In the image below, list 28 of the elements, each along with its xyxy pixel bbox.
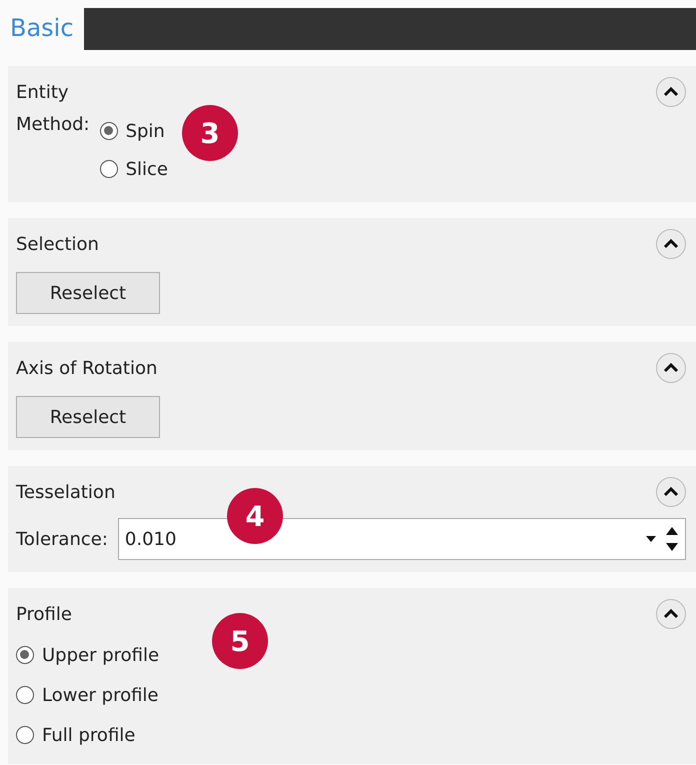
step-badge: 3 (182, 105, 238, 161)
chevron-icon (662, 86, 680, 98)
collapse-button[interactable] (656, 599, 686, 629)
section-title: Profile (16, 604, 72, 624)
section-title: Tesselation (16, 482, 116, 502)
radio-option[interactable]: Lower profile (16, 678, 686, 712)
method-label: Method: (16, 114, 90, 137)
chevron-icon (662, 608, 680, 620)
radio-option[interactable]: Full profile (16, 718, 686, 752)
collapse-button[interactable] (656, 229, 686, 259)
collapse-button[interactable] (656, 353, 686, 383)
step-badge: 5 (212, 613, 268, 669)
radio-option[interactable]: Spin (100, 114, 168, 148)
chevron-icon (662, 486, 680, 498)
reselect-button[interactable]: Reselect (16, 272, 160, 314)
dropdown-icon[interactable] (645, 535, 657, 543)
radio-option[interactable]: Slice (100, 152, 168, 186)
step-badge: 4 (227, 488, 283, 544)
collapse-button[interactable] (656, 77, 686, 107)
section-title: Entity (16, 82, 69, 102)
section-title: Axis of Rotation (16, 358, 158, 378)
tolerance-label: Tolerance: (16, 528, 108, 550)
collapse-button[interactable] (656, 477, 686, 507)
chevron-icon (662, 238, 680, 250)
section-title: Selection (16, 234, 99, 254)
chevron-icon (662, 362, 680, 374)
spinner-icon[interactable] (665, 525, 679, 553)
reselect-button[interactable]: Reselect (16, 396, 160, 438)
